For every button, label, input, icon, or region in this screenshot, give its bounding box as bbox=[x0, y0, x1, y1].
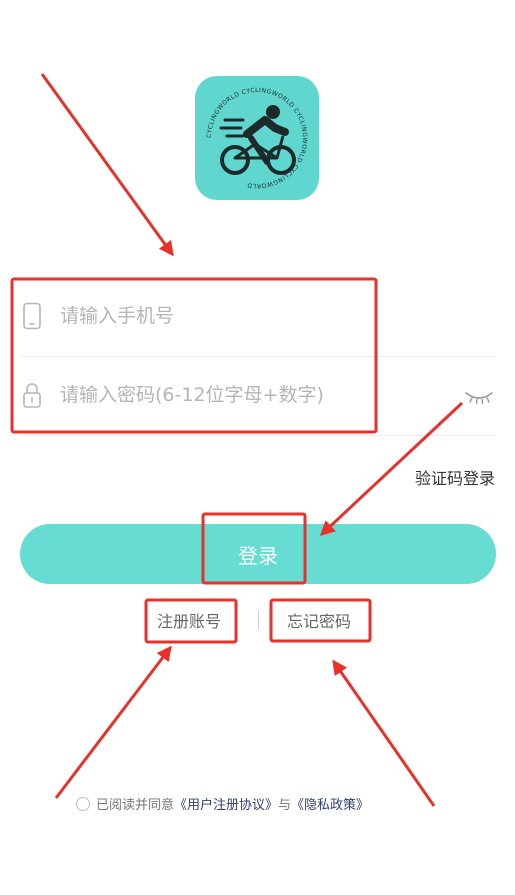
phone-row bbox=[20, 278, 496, 357]
agreement-conjunction: 与 bbox=[278, 798, 292, 813]
register-link[interactable]: 注册账号 bbox=[157, 608, 221, 632]
svg-text:CYCLINGWORLD CYCLINGWORLD CYCL: CYCLINGWORLD CYCLINGWORLD CYCLINGWORLD C… bbox=[206, 87, 308, 189]
agreement-row: 已阅读并同意《用户注册协议》与《隐私政策》 bbox=[76, 794, 369, 816]
phone-icon bbox=[22, 302, 42, 330]
forgot-password-link[interactable]: 忘记密码 bbox=[287, 608, 351, 632]
user-agreement-link[interactable]: 《用户注册协议》 bbox=[174, 798, 278, 813]
logo-ring-text: CYCLINGWORLD CYCLINGWORLD CYCLINGWORLD C… bbox=[206, 87, 308, 189]
account-links: 注册账号 忘记密码 bbox=[0, 608, 515, 634]
lock-icon bbox=[22, 381, 42, 409]
arrow-to-forgot bbox=[332, 659, 436, 807]
cyclist-icon: CYCLINGWORLD CYCLINGWORLD CYCLINGWORLD C… bbox=[206, 87, 308, 189]
app-logo: CYCLINGWORLD CYCLINGWORLD CYCLINGWORLD C… bbox=[195, 76, 319, 200]
agree-radio[interactable] bbox=[76, 796, 90, 811]
password-row bbox=[20, 357, 496, 436]
eye-closed-icon[interactable] bbox=[464, 389, 494, 405]
arrow-to-register bbox=[54, 645, 172, 799]
link-divider bbox=[258, 611, 259, 629]
phone-input[interactable] bbox=[60, 296, 450, 336]
code-login-link[interactable]: 验证码登录 bbox=[415, 465, 495, 489]
privacy-policy-link[interactable]: 《隐私政策》 bbox=[291, 798, 369, 813]
password-input[interactable] bbox=[60, 375, 450, 415]
arrow-to-inputs bbox=[40, 73, 174, 257]
login-button[interactable]: 登录 bbox=[20, 524, 496, 584]
agreement-prefix: 已阅读并同意 bbox=[96, 798, 175, 813]
